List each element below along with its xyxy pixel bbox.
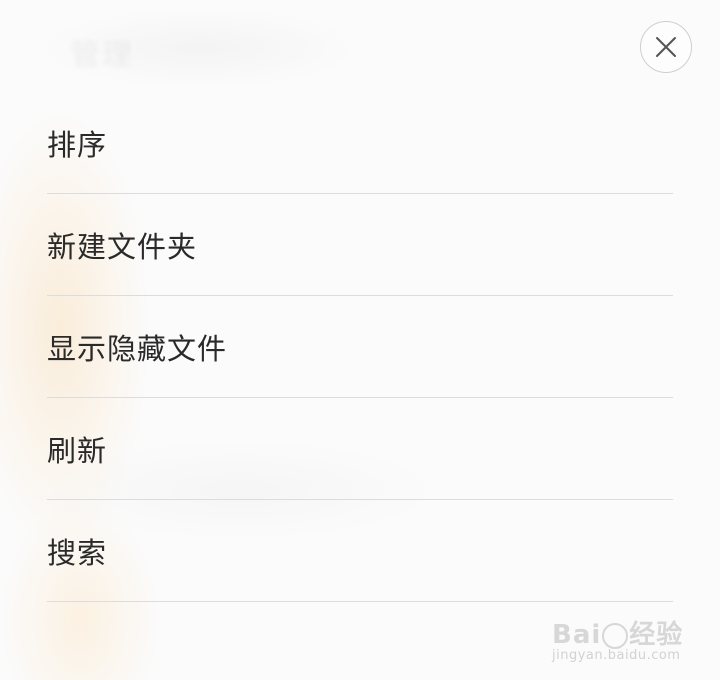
- menu-item-label: 搜索: [47, 535, 108, 570]
- watermark-url: jingyan.baidu.com: [552, 648, 681, 663]
- menu-item-label: 排序: [47, 127, 108, 162]
- paw-icon: [602, 622, 629, 649]
- close-button[interactable]: [640, 21, 692, 73]
- menu-item-label: 新建文件夹: [47, 229, 198, 264]
- baidu-jingyan-watermark: Bai 经验 jingyan.baidu.com: [552, 604, 692, 668]
- menu-item-label: 刷新: [47, 433, 108, 468]
- background-title: 管理: [70, 38, 134, 73]
- action-menu: 排序 新建文件夹 显示隐藏文件 刷新 搜索: [47, 92, 673, 602]
- menu-item-sort[interactable]: 排序: [47, 92, 673, 194]
- menu-item-search[interactable]: 搜索: [47, 500, 673, 602]
- close-icon: [656, 37, 676, 57]
- menu-item-label: 显示隐藏文件: [47, 331, 228, 366]
- menu-item-refresh[interactable]: 刷新: [47, 398, 673, 500]
- menu-item-new-folder[interactable]: 新建文件夹: [47, 194, 673, 296]
- watermark-brand: Bai 经验: [552, 620, 684, 650]
- menu-item-show-hidden-files[interactable]: 显示隐藏文件: [47, 296, 673, 398]
